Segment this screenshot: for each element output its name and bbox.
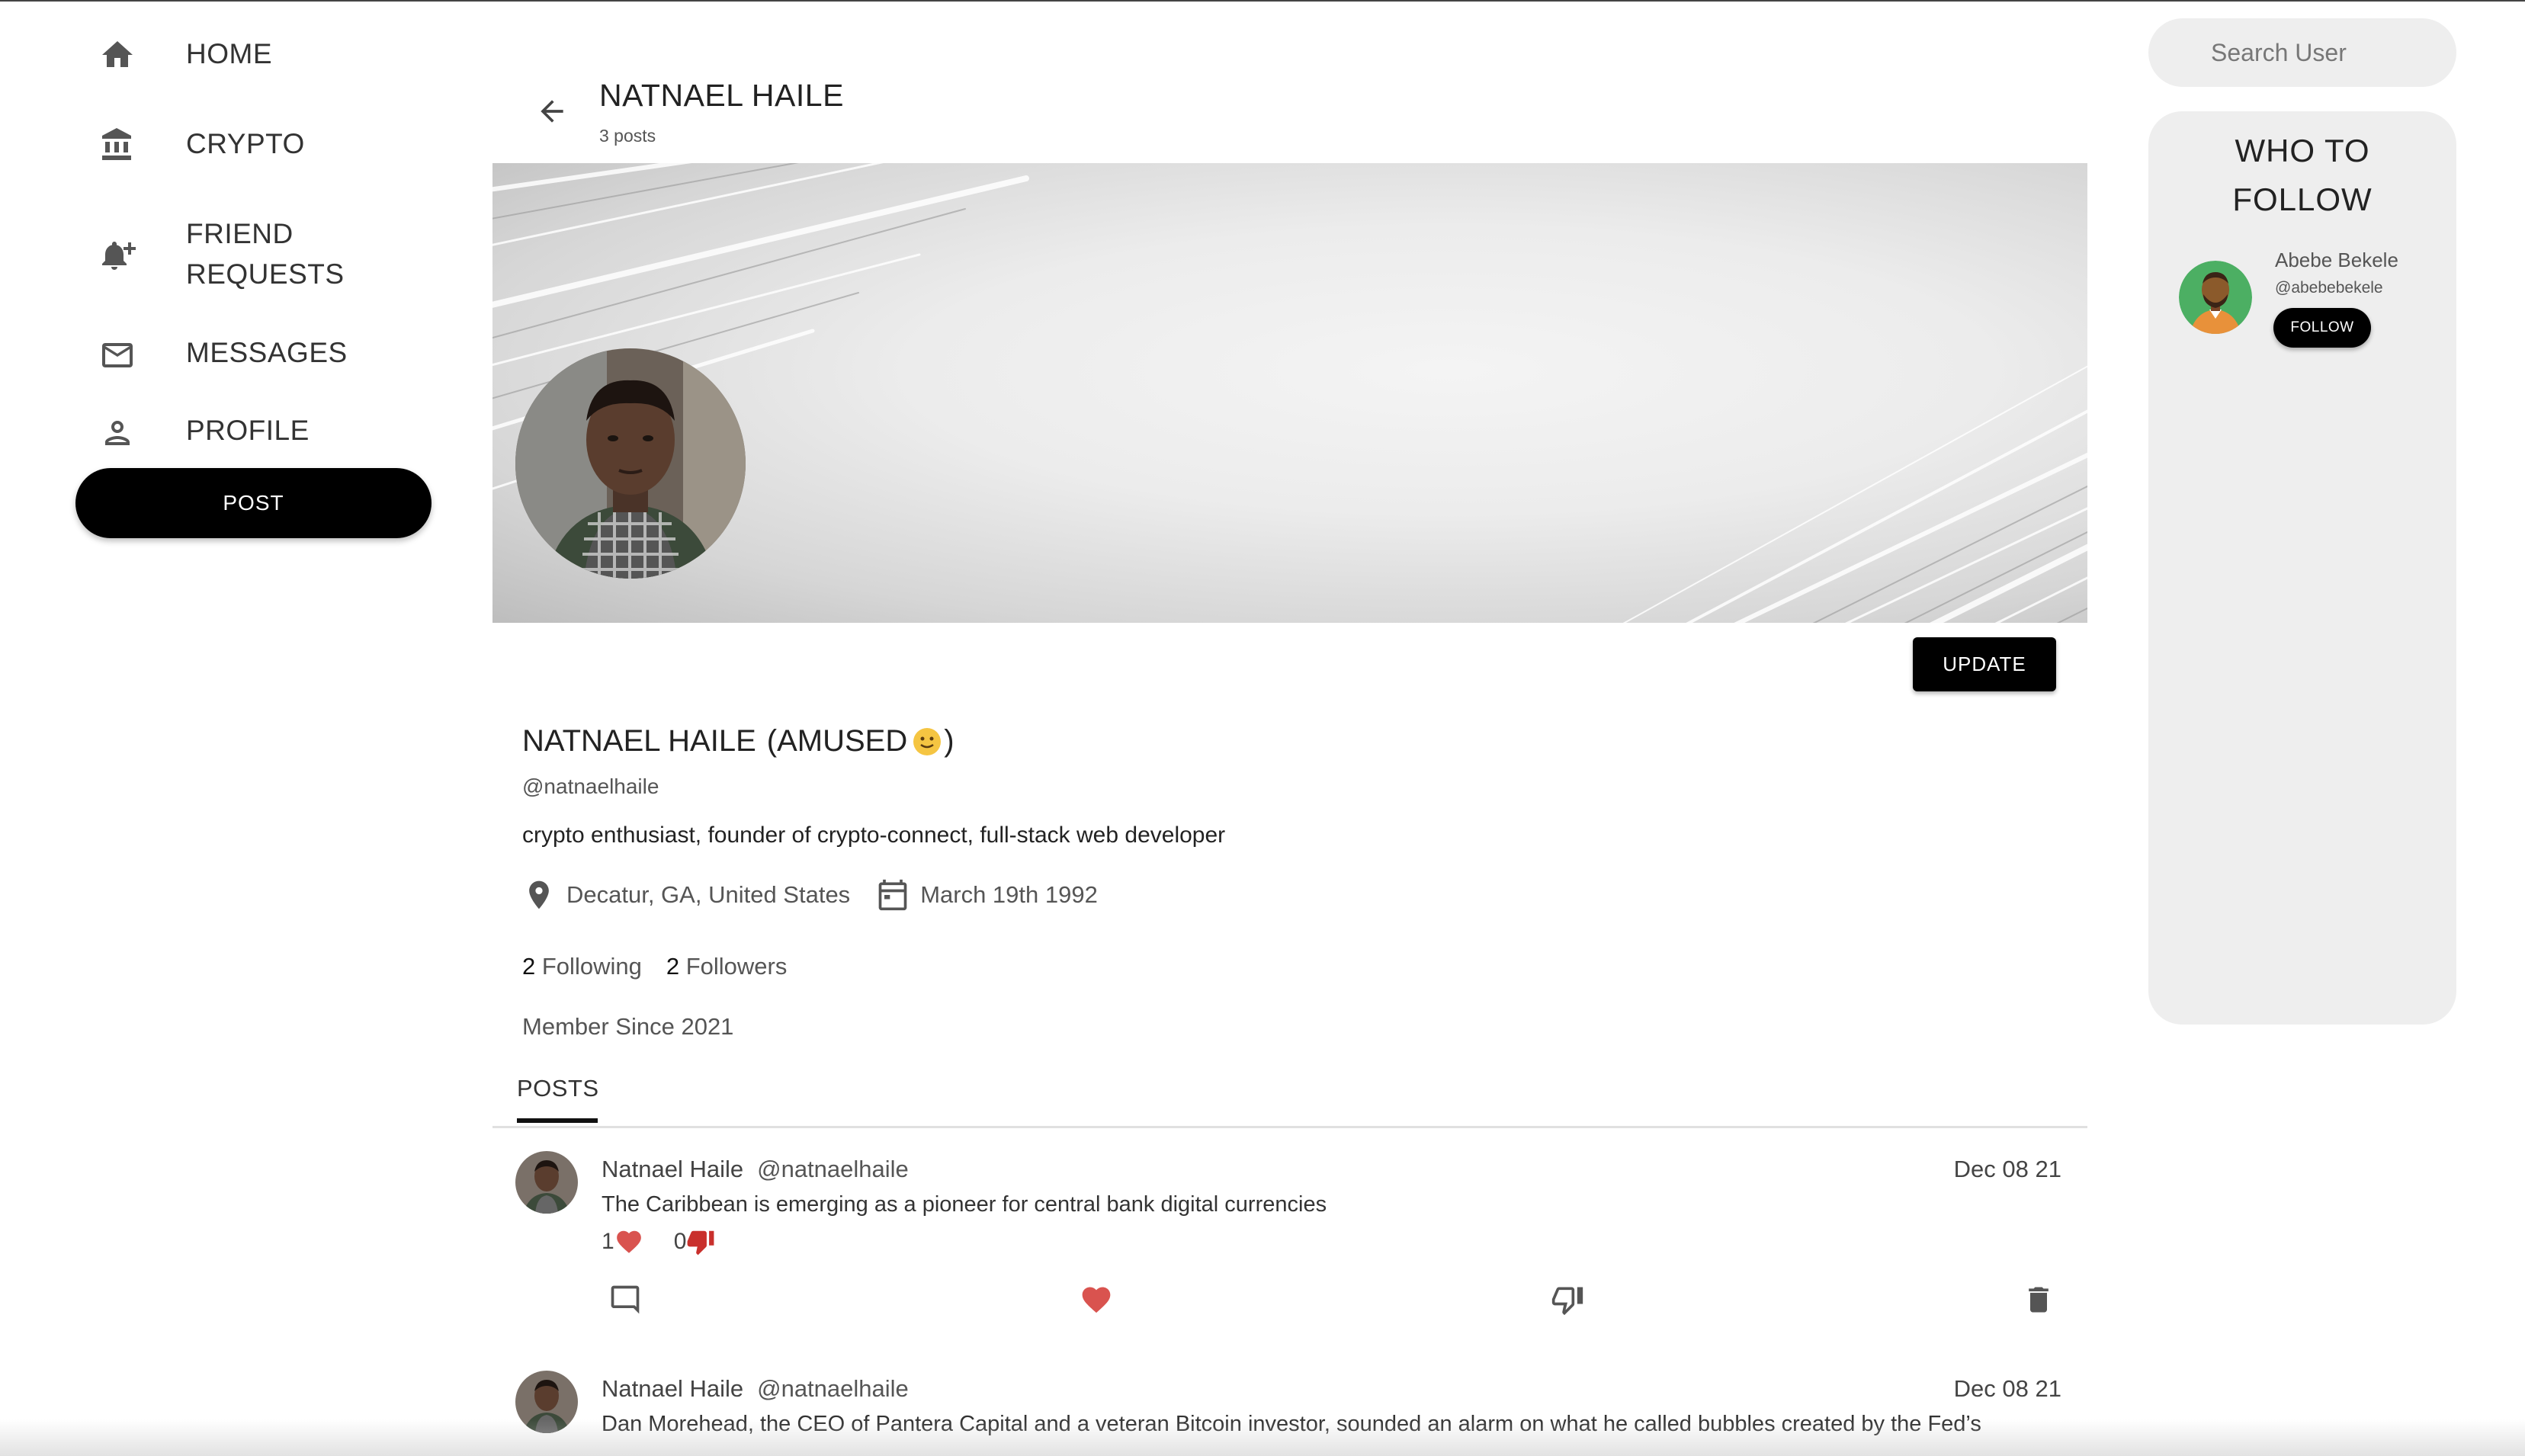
followers-label: Followers <box>685 953 788 980</box>
profile-tabs: POSTS <box>492 1069 2087 1128</box>
sidebar-item-label: CRYPTO <box>186 128 305 159</box>
following-label: Following <box>541 953 642 980</box>
smiling-emoji-icon <box>913 727 942 755</box>
post-author-line: Natnael Haile @natnaelhaile <box>602 1156 909 1183</box>
followers-link[interactable]: 2 Followers <box>666 953 788 980</box>
sidebar: HOME CRYPTO FRIEND REQUESTS MESSAGES PRO… <box>0 2 457 1456</box>
post-author-line: Natnael Haile @natnaelhaile <box>602 1375 909 1403</box>
post-author-name[interactable]: Natnael Haile <box>602 1375 743 1402</box>
post-date: Dec 08 21 <box>1953 1375 2061 1402</box>
sidebar-item-label: HOME <box>186 38 272 69</box>
bell-plus-icon <box>102 242 136 270</box>
post-author-avatar[interactable] <box>515 1151 578 1214</box>
like-button-icon[interactable] <box>1080 1283 1113 1316</box>
comment-icon[interactable] <box>608 1283 642 1316</box>
followers-count: 2 <box>666 953 680 980</box>
post-author-name[interactable]: Natnael Haile <box>602 1156 743 1182</box>
following-link[interactable]: 2 Following <box>522 953 642 980</box>
post-reaction-counts: 1 0 <box>602 1227 715 1256</box>
update-profile-button[interactable]: UPDATE <box>1913 637 2056 691</box>
tab-active-indicator <box>517 1118 598 1123</box>
bank-icon <box>102 128 131 160</box>
search-box <box>2148 18 2456 87</box>
main-content: NATNAEL HAILE 3 posts UPDATE NATNAEL HAI… <box>492 2 2087 1456</box>
sidebar-item-label: PROFILE <box>186 415 310 446</box>
thumb-down-icon <box>687 1230 714 1256</box>
mail-icon <box>102 343 133 367</box>
profile-mood: (AMUSED <box>766 724 908 758</box>
location-pin-icon <box>529 880 549 909</box>
profile-location: Decatur, GA, United States <box>566 881 851 908</box>
post-date: Dec 08 21 <box>1953 1156 2061 1182</box>
follow-stats: 2 Following 2 Followers <box>522 953 787 980</box>
page-title: NATNAEL HAILE <box>599 78 844 113</box>
profile-mood-close: ) <box>944 724 954 758</box>
post-author-handle: @natnaelhaile <box>757 1156 909 1182</box>
bottom-scroll-shadow <box>0 1419 2525 1456</box>
post-text: The Caribbean is emerging as a pioneer f… <box>602 1192 1327 1217</box>
member-since: Member Since 2021 <box>522 1013 734 1040</box>
who-to-follow-panel: WHO TO FOLLOW Abebe Bekele @abebebekele … <box>2148 111 2456 1025</box>
suggested-user-avatar[interactable] <box>2179 261 2252 334</box>
delete-icon[interactable] <box>2022 1283 2055 1316</box>
post-button[interactable]: POST <box>75 468 432 538</box>
profile-bio: crypto enthusiast, founder of crypto-con… <box>522 823 1226 848</box>
sidebar-item-label: MESSAGES <box>186 337 348 368</box>
post-item: Natnael Haile @natnaelhaile Dec 08 21 The… <box>492 1151 2087 1334</box>
search-input[interactable] <box>2211 18 2440 87</box>
profile-birthday: March 19th 1992 <box>920 881 1098 908</box>
suggested-user-handle: @abebebekele <box>2275 279 2383 297</box>
profile-meta: Decatur, GA, United States March 19th 19… <box>522 878 1098 912</box>
back-arrow-icon[interactable] <box>535 95 569 128</box>
calendar-icon <box>878 879 907 911</box>
who-to-follow-title-line1: WHO TO <box>2235 133 2370 168</box>
like-count: 1 <box>602 1229 614 1254</box>
home-icon <box>102 41 133 67</box>
profile-name: NATNAEL HAILE <box>522 724 756 758</box>
follow-button[interactable]: FOLLOW <box>2273 308 2371 348</box>
profile-handle: @natnaelhaile <box>522 775 659 798</box>
suggested-user-name[interactable]: Abebe Bekele <box>2275 249 2398 272</box>
post-count: 3 posts <box>599 126 656 146</box>
who-to-follow-title: WHO TO FOLLOW <box>2148 127 2456 224</box>
heart-icon <box>616 1230 641 1253</box>
person-icon <box>105 421 130 445</box>
profile-name-row: NATNAEL HAILE (AMUSED ) <box>522 724 954 758</box>
dislike-button-icon[interactable] <box>1551 1283 1584 1316</box>
sidebar-item-label: FRIEND REQUESTS <box>186 218 345 290</box>
following-count: 2 <box>522 953 536 980</box>
dislike-count: 0 <box>673 1229 687 1254</box>
post-author-handle: @natnaelhaile <box>757 1375 909 1402</box>
who-to-follow-title-line2: FOLLOW <box>2232 181 2373 217</box>
profile-banner <box>492 163 2087 623</box>
profile-avatar <box>515 348 746 579</box>
tab-posts[interactable]: POSTS <box>517 1075 599 1102</box>
